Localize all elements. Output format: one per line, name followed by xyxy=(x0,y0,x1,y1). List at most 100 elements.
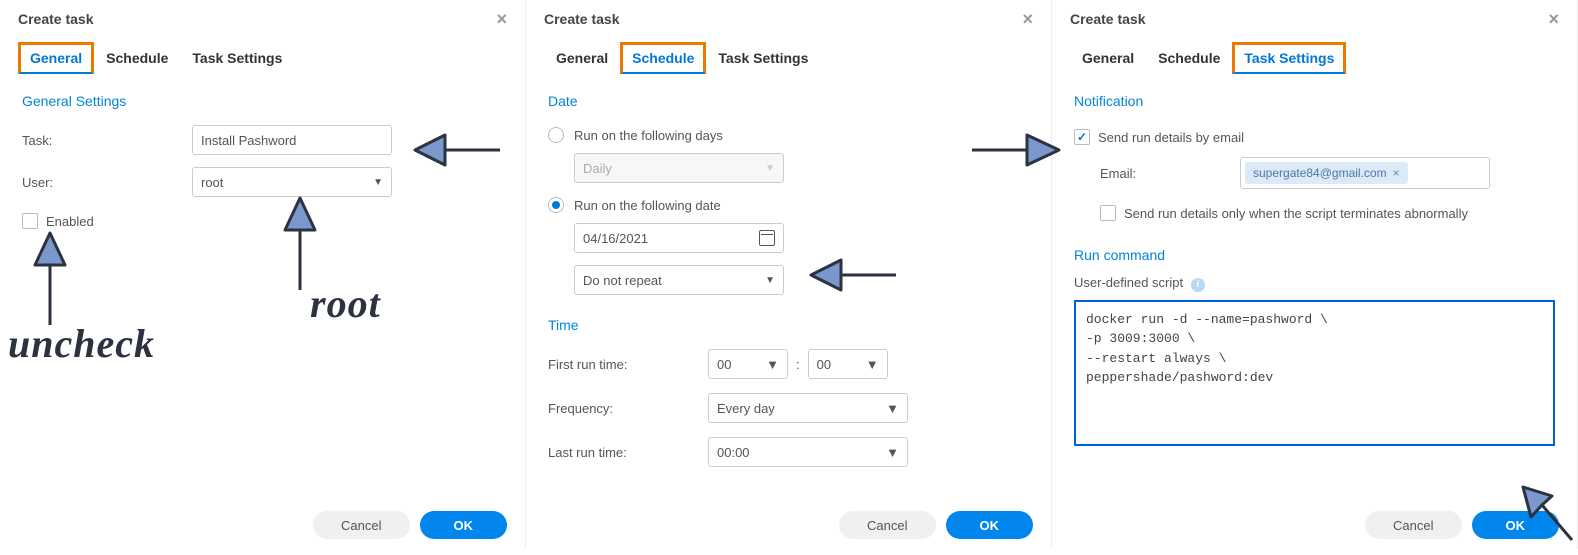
abnormal-label: Send run details only when the script te… xyxy=(1124,206,1468,221)
email-label: Email: xyxy=(1100,166,1240,181)
tab-task-settings[interactable]: Task Settings xyxy=(180,42,294,74)
last-run-value: 00:00 xyxy=(717,445,750,460)
row-daily: Daily ▼ xyxy=(526,149,1051,187)
titlebar: Create task × xyxy=(0,0,525,42)
tab-schedule[interactable]: Schedule xyxy=(620,42,706,74)
email-tag[interactable]: supergate84@gmail.com × xyxy=(1245,162,1408,184)
email-input[interactable]: supergate84@gmail.com × xyxy=(1240,157,1490,189)
tab-general[interactable]: General xyxy=(18,42,94,74)
task-label: Task: xyxy=(22,133,192,148)
last-run-label: Last run time: xyxy=(548,445,708,460)
close-icon[interactable]: × xyxy=(496,10,507,28)
panel-schedule: Create task × General Schedule Task Sett… xyxy=(526,0,1052,549)
minute-select[interactable]: 00 ▼ xyxy=(808,349,888,379)
row-send-email: Send run details by email xyxy=(1052,121,1577,153)
row-email: Email: supergate84@gmail.com × xyxy=(1052,153,1577,193)
row-task: Task: xyxy=(0,121,525,159)
tabs: General Schedule Task Settings xyxy=(1052,42,1577,75)
ok-button[interactable]: OK xyxy=(420,511,508,539)
row-abnormal: Send run details only when the script te… xyxy=(1052,197,1577,229)
user-select[interactable]: root ▼ xyxy=(192,167,392,197)
cancel-button[interactable]: Cancel xyxy=(839,511,935,539)
ok-button[interactable]: OK xyxy=(946,511,1034,539)
tab-task-settings[interactable]: Task Settings xyxy=(706,42,820,74)
cancel-button[interactable]: Cancel xyxy=(1365,511,1461,539)
minute-value: 00 xyxy=(817,357,831,372)
abnormal-checkbox[interactable] xyxy=(1100,205,1116,221)
frequency-value: Every day xyxy=(717,401,775,416)
footer: Cancel OK xyxy=(1365,511,1559,539)
script-label: User-defined script xyxy=(1074,275,1183,290)
section-notification: Notification xyxy=(1052,93,1577,109)
tab-general[interactable]: General xyxy=(1070,42,1146,74)
radio-run-date: Run on the following date xyxy=(526,191,1051,219)
days-value: Daily xyxy=(583,161,612,176)
titlebar: Create task × xyxy=(526,0,1051,42)
row-enabled: Enabled xyxy=(0,205,525,237)
chevron-down-icon: ▼ xyxy=(866,357,879,372)
tabs: General Schedule Task Settings xyxy=(0,42,525,75)
panel-general: Create task × General Schedule Task Sett… xyxy=(0,0,526,549)
date-input[interactable]: 04/16/2021 xyxy=(574,223,784,253)
window-title: Create task xyxy=(18,11,94,27)
repeat-select[interactable]: Do not repeat ▼ xyxy=(574,265,784,295)
footer: Cancel OK xyxy=(313,511,507,539)
annotation-arrow-uncheck xyxy=(10,225,90,335)
frequency-label: Frequency: xyxy=(548,401,708,416)
ok-button[interactable]: OK xyxy=(1472,511,1560,539)
row-last-run: Last run time: 00:00 ▼ xyxy=(526,433,1051,471)
info-icon[interactable]: i xyxy=(1191,278,1205,292)
tab-task-settings[interactable]: Task Settings xyxy=(1232,42,1346,74)
row-date: 04/16/2021 xyxy=(526,219,1051,257)
radio-days-label: Run on the following days xyxy=(574,128,723,143)
section-run-command: Run command xyxy=(1052,247,1577,263)
section-general-settings: General Settings xyxy=(0,93,525,109)
calendar-icon xyxy=(759,230,775,246)
time-colon: : xyxy=(796,357,800,372)
remove-tag-icon[interactable]: × xyxy=(1393,166,1400,180)
user-value: root xyxy=(201,175,223,190)
first-run-label: First run time: xyxy=(548,357,708,372)
annotation-text-root: root xyxy=(310,280,381,327)
titlebar: Create task × xyxy=(1052,0,1577,42)
script-textarea[interactable]: docker run -d --name=pashword \ -p 3009:… xyxy=(1074,300,1555,446)
hour-value: 00 xyxy=(717,357,731,372)
hour-select[interactable]: 00 ▼ xyxy=(708,349,788,379)
tab-general[interactable]: General xyxy=(544,42,620,74)
date-value: 04/16/2021 xyxy=(583,231,648,246)
section-time: Time xyxy=(526,317,1051,333)
days-select: Daily ▼ xyxy=(574,153,784,183)
radio-date[interactable] xyxy=(548,197,564,213)
chevron-down-icon: ▼ xyxy=(765,163,775,174)
enabled-checkbox[interactable] xyxy=(22,213,38,229)
annotation-text-uncheck: uncheck xyxy=(8,320,155,367)
close-icon[interactable]: × xyxy=(1022,10,1033,28)
tab-schedule[interactable]: Schedule xyxy=(94,42,180,74)
chevron-down-icon: ▼ xyxy=(766,357,779,372)
tab-schedule[interactable]: Schedule xyxy=(1146,42,1232,74)
row-script-label: User-defined script i xyxy=(1052,275,1577,292)
window-title: Create task xyxy=(544,11,620,27)
frequency-select[interactable]: Every day ▼ xyxy=(708,393,908,423)
panel-task-settings: Create task × General Schedule Task Sett… xyxy=(1052,0,1578,549)
send-email-checkbox[interactable] xyxy=(1074,129,1090,145)
enabled-label: Enabled xyxy=(46,214,94,229)
cancel-button[interactable]: Cancel xyxy=(313,511,409,539)
repeat-value: Do not repeat xyxy=(583,273,662,288)
row-repeat: Do not repeat ▼ xyxy=(526,261,1051,299)
close-icon[interactable]: × xyxy=(1548,10,1559,28)
chevron-down-icon: ▼ xyxy=(373,177,383,188)
tabs: General Schedule Task Settings xyxy=(526,42,1051,75)
chevron-down-icon: ▼ xyxy=(886,445,899,460)
radio-days[interactable] xyxy=(548,127,564,143)
chevron-down-icon: ▼ xyxy=(886,401,899,416)
chevron-down-icon: ▼ xyxy=(765,275,775,286)
last-run-select[interactable]: 00:00 ▼ xyxy=(708,437,908,467)
row-user: User: root ▼ xyxy=(0,163,525,201)
radio-run-days: Run on the following days xyxy=(526,121,1051,149)
footer: Cancel OK xyxy=(839,511,1033,539)
send-email-label: Send run details by email xyxy=(1098,130,1244,145)
annotation-arrow-ok xyxy=(1517,465,1578,555)
task-input[interactable] xyxy=(192,125,392,155)
email-value: supergate84@gmail.com xyxy=(1253,166,1387,180)
